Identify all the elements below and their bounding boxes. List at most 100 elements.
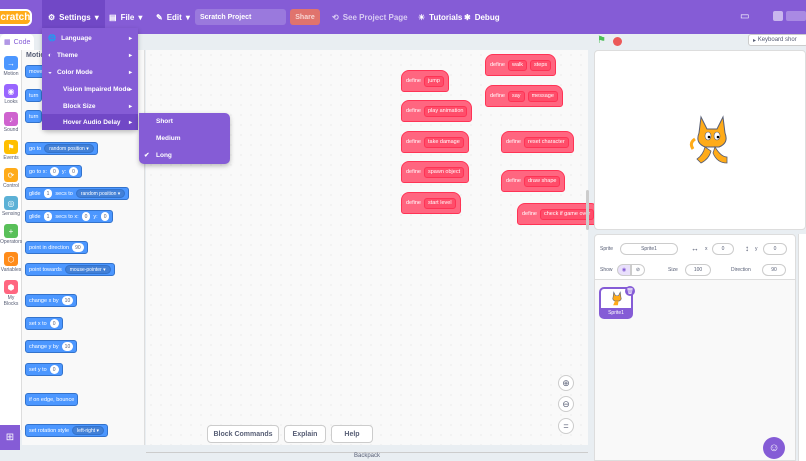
block-input[interactable]: 1 <box>43 189 53 198</box>
avatar[interactable] <box>773 11 783 21</box>
tab-code[interactable]: ▦ Code <box>0 34 34 50</box>
block-input[interactable]: 10 <box>61 296 74 305</box>
show-visible-icon[interactable]: ◉ <box>617 264 631 276</box>
project-title-input[interactable]: Scratch Project <box>195 9 286 25</box>
y-label: y <box>755 246 758 252</box>
category-my-blocks[interactable]: ⬢ My Blocks <box>0 280 22 307</box>
category-events[interactable]: ⚑ Events <box>0 140 22 161</box>
x-input[interactable]: 0 <box>712 243 734 255</box>
block-input[interactable]: 90 <box>72 243 84 252</box>
vertical-scrollbar[interactable] <box>586 190 589 230</box>
stage-selector[interactable] <box>798 234 806 461</box>
block-glide-xy[interactable]: glide 1 secs to x: 0 y: 0 <box>25 210 114 223</box>
define-block-take-damage[interactable]: define take damage <box>401 131 469 153</box>
add-sprite-button[interactable]: ☺ <box>763 437 785 459</box>
define-block-play-animation[interactable]: define play animation <box>401 100 473 122</box>
block-glide-random[interactable]: glide 1 secs to random position ▾ <box>25 187 130 200</box>
block-dropdown[interactable]: left-right ▾ <box>72 426 105 435</box>
define-block-walk[interactable]: define walk steps <box>485 54 557 76</box>
block-dropdown[interactable]: mouse-pointer ▾ <box>64 265 111 274</box>
define-block-spawn-object[interactable]: define spawn object <box>401 161 470 183</box>
block-turn-left[interactable]: turn <box>25 110 43 123</box>
block-go-to[interactable]: go to random position ▾ <box>25 142 98 155</box>
block-input[interactable]: 0 <box>50 167 59 176</box>
menu-item-hover-audio-delay[interactable]: Hover Audio Delay ▸ <box>42 114 138 130</box>
size-input[interactable]: 100 <box>685 264 711 276</box>
category-sound[interactable]: ♪ Sound <box>0 112 22 133</box>
define-block-draw-shape[interactable]: define draw shape <box>501 170 566 192</box>
cat-sprite-icon[interactable] <box>687 113 737 167</box>
block-input[interactable]: 10 <box>61 342 74 351</box>
category-control[interactable]: ⟳ Control <box>0 168 22 189</box>
category-label: Variables <box>0 267 22 273</box>
define-block-jump[interactable]: define jump <box>401 70 449 92</box>
menu-item-label: Color Mode <box>56 68 93 76</box>
block-commands-button[interactable]: Block Commands <box>207 425 279 443</box>
username[interactable] <box>786 11 806 21</box>
menu-item-language[interactable]: 🌐 Language ▸ <box>42 30 138 46</box>
zoom-reset-button[interactable]: = <box>558 418 574 434</box>
define-block-start-level[interactable]: define start level <box>401 192 461 214</box>
block-input[interactable]: 0 <box>81 212 91 221</box>
delay-option-long[interactable]: ✔ Long <box>139 147 230 163</box>
folder-icon[interactable]: ▭ <box>740 11 749 22</box>
category-variables[interactable]: ⬡ Variables <box>0 252 22 273</box>
block-input[interactable]: 0 <box>69 167 78 176</box>
hide-icon[interactable]: ⊘ <box>631 264 645 276</box>
block-label: if on edge, bounce <box>29 396 75 403</box>
category-looks[interactable]: ◉ Looks <box>0 84 22 105</box>
block-input[interactable]: 0 <box>49 319 59 328</box>
menu-item-color-mode[interactable]: ◒ Color Mode ▸ <box>42 64 138 80</box>
delete-sprite-icon[interactable]: 🗑 <box>625 286 635 296</box>
add-extension-button[interactable]: ⊞ <box>0 425 20 450</box>
block-dropdown[interactable]: random position ▾ <box>75 189 126 198</box>
zoom-in-button[interactable]: ⊕ <box>558 375 574 391</box>
category-menu: → Motion ◉ Looks ♪ Sound ⚑ Events ⟳ Control ◎ Sensi… <box>0 50 22 430</box>
block-go-to-xy[interactable]: go to x: 0 y: 0 <box>25 165 82 178</box>
category-motion[interactable]: → Motion <box>0 56 22 77</box>
block-change-x[interactable]: change x by 10 <box>25 294 78 307</box>
explain-button[interactable]: Explain <box>284 425 326 443</box>
block-set-x[interactable]: set x to 0 <box>25 317 63 330</box>
debug-button[interactable]: ✱ Debug <box>458 0 506 34</box>
show-label: Show <box>600 267 613 273</box>
sprite-name-input[interactable]: Sprite1 <box>620 243 678 255</box>
help-button[interactable]: Help <box>331 425 373 443</box>
share-button[interactable]: Share <box>290 9 320 25</box>
block-point-towards[interactable]: point towards mouse-pointer ▾ <box>25 263 115 276</box>
backpack-header[interactable]: Backpack <box>146 452 588 461</box>
block-point-direction[interactable]: point in direction 90 <box>25 241 88 254</box>
block-bounce[interactable]: if on edge, bounce <box>25 393 79 406</box>
block-turn-right[interactable]: turn <box>25 89 43 102</box>
green-flag-icon[interactable]: ⚑ <box>597 35 606 46</box>
zoom-out-icon: ⊖ <box>562 398 570 409</box>
see-project-page-button[interactable]: ⟲ See Project Page <box>326 0 414 34</box>
scratch-logo[interactable]: Scratch <box>0 9 32 26</box>
delay-option-medium[interactable]: Medium <box>139 130 230 146</box>
y-input[interactable]: 0 <box>763 243 787 255</box>
define-block-say[interactable]: define say message <box>485 85 563 107</box>
block-dropdown[interactable]: random position ▾ <box>44 144 94 153</box>
block-input[interactable]: 0 <box>49 365 59 374</box>
delay-option-short[interactable]: Short <box>139 113 230 129</box>
edit-menu-button[interactable]: ✎ Edit ▾ <box>150 0 196 34</box>
direction-input[interactable]: 90 <box>762 264 786 276</box>
stage[interactable] <box>594 50 806 230</box>
stop-icon[interactable] <box>613 37 622 46</box>
zoom-out-button[interactable]: ⊖ <box>558 396 574 412</box>
menu-item-theme[interactable]: ◐ Theme ▸ <box>42 47 138 63</box>
menu-item-label: Theme <box>56 51 78 59</box>
block-input[interactable]: 0 <box>100 212 110 221</box>
block-set-y[interactable]: set y to 0 <box>25 363 63 376</box>
block-rotation-style[interactable]: set rotation style left-right ▾ <box>25 424 109 437</box>
category-sensing[interactable]: ◎ Sensing <box>0 196 22 217</box>
menu-item-block-size[interactable]: Block Size ▸ <box>42 98 138 114</box>
block-change-y[interactable]: change y by 10 <box>25 340 78 353</box>
menu-item-vision-impaired[interactable]: Vision Impaired Mode ▸ <box>42 81 138 97</box>
block-input[interactable]: 1 <box>43 212 53 221</box>
define-label: define <box>406 169 421 175</box>
script-area[interactable] <box>146 50 588 445</box>
keyboard-shortcuts-button[interactable]: ▸ Keyboard shor <box>748 34 806 46</box>
category-operators[interactable]: + Operators <box>0 224 22 245</box>
define-block-reset-character[interactable]: define reset character <box>501 131 574 153</box>
